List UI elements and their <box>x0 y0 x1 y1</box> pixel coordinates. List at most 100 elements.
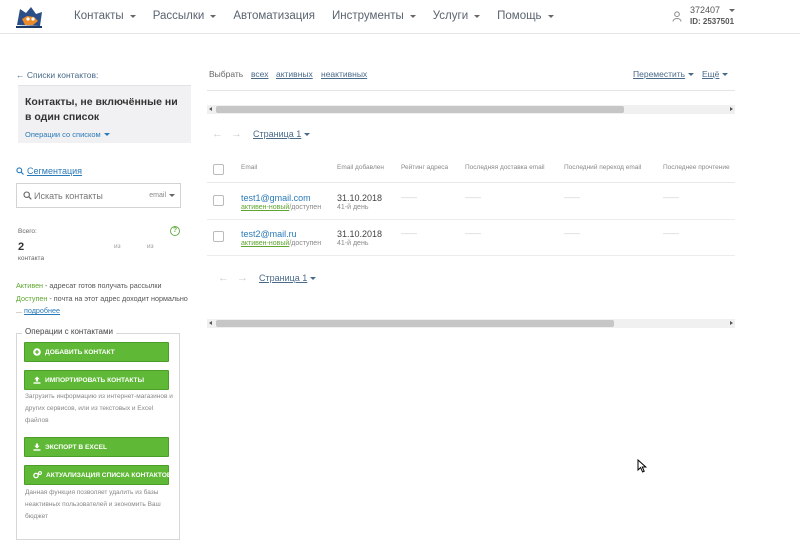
import-contacts-button[interactable]: Импортировать контакты <box>24 370 169 390</box>
next-page-icon[interactable]: → <box>231 128 242 140</box>
horizontal-scrollbar[interactable] <box>207 319 735 328</box>
nav-tools[interactable]: Инструменты <box>332 10 416 22</box>
export-excel-button[interactable]: Экспорт в Excel <box>24 437 169 457</box>
page-select[interactable]: Страница 1 <box>253 129 311 139</box>
user-menu[interactable]: 372407 <box>690 5 736 15</box>
list-title: Контакты, не включённые ни в один список <box>25 96 178 123</box>
nav-contacts-label: Контакты <box>74 10 124 22</box>
status-active-new[interactable]: активен-новый <box>241 204 289 211</box>
nav-mailings[interactable]: Рассылки <box>153 10 217 22</box>
page-select[interactable]: Страница 1 <box>259 273 317 283</box>
nav-help-label: Помощь <box>497 10 542 22</box>
chevron-down-icon <box>103 133 110 136</box>
stats-total-label: Всего: <box>18 228 37 235</box>
col-last-read[interactable]: Последнее прочтение <box>663 164 730 171</box>
chevron-down-icon <box>688 72 695 76</box>
chevron-down-icon <box>729 9 736 13</box>
list-operations-dropdown[interactable]: Операции со списком <box>25 130 184 139</box>
scroll-right-icon[interactable] <box>730 107 733 111</box>
empty-cell: —— <box>465 229 481 238</box>
select-inactive-link[interactable]: неактивных <box>321 69 367 79</box>
nav-automation[interactable]: Автоматизация <box>233 10 315 22</box>
segmentation-label: Сегментация <box>27 166 83 176</box>
nav-tools-label: Инструменты <box>332 10 404 22</box>
legend-active-text: - адресат готов получать рассылки <box>43 281 162 290</box>
status-active-new[interactable]: активен-новый <box>241 240 289 247</box>
nav-mailings-label: Рассылки <box>152 10 205 22</box>
pagination-bottom: ← → Страница 1 <box>218 272 317 284</box>
logo-mascot-icon[interactable] <box>14 5 44 29</box>
col-email[interactable]: Email <box>241 164 257 171</box>
user-login: 372407 <box>690 5 721 15</box>
col-rating[interactable]: Рейтинг адреса <box>401 164 448 171</box>
more-dropdown[interactable]: Ещё <box>702 69 729 79</box>
more-label: Ещё <box>702 69 720 79</box>
col-last-delivery[interactable]: Последняя доставка email <box>465 164 545 171</box>
chevron-down-icon <box>310 276 317 280</box>
empty-cell: —— <box>401 193 417 202</box>
stats-total-count: 2 <box>18 241 25 253</box>
scroll-right-icon[interactable] <box>730 321 733 325</box>
scroll-left-icon[interactable] <box>209 321 212 325</box>
added-date: 31.10.2018 <box>337 193 383 203</box>
move-dropdown[interactable]: Переместить <box>633 69 695 79</box>
actualize-hint: Данная функция позволяет удалить из базы… <box>25 489 161 520</box>
actualize-list-label: Актуализация списка контактов <box>46 471 172 479</box>
select-all-checkbox[interactable] <box>213 164 224 175</box>
divider <box>207 90 735 91</box>
status-legend: Активен - адресат готов получать рассылк… <box>16 280 191 318</box>
contact-operations-title: Операции с контактами <box>22 327 116 336</box>
nav-services-label: Услуги <box>432 10 469 22</box>
empty-cell: —— <box>401 229 417 238</box>
search-input[interactable] <box>34 188 144 203</box>
search-icon <box>16 167 24 175</box>
added-date: 31.10.2018 <box>337 229 383 239</box>
add-contact-label: Добавить контакт <box>45 348 115 356</box>
actualize-list-button[interactable]: Актуализация списка контактов <box>24 465 172 485</box>
back-to-lists-link[interactable]: ← Списки контактов: <box>16 70 98 80</box>
search-icon <box>23 191 32 200</box>
legend-more-link[interactable]: подробнее <box>24 306 60 315</box>
row-checkbox[interactable] <box>213 195 224 206</box>
chevron-down-icon <box>547 14 554 18</box>
empty-cell: —— <box>564 193 580 202</box>
prev-page-icon[interactable]: ← <box>218 272 229 284</box>
scrollbar-thumb[interactable] <box>216 106 624 113</box>
pagination-top: ← → Страница 1 <box>212 128 311 140</box>
contact-email-link[interactable]: test1@gmail.com <box>241 193 311 203</box>
horizontal-scrollbar[interactable] <box>207 105 735 114</box>
help-icon[interactable]: ? <box>170 226 180 236</box>
prev-page-icon[interactable]: ← <box>212 128 223 140</box>
cursor-icon <box>637 459 647 473</box>
scrollbar-thumb[interactable] <box>216 320 614 327</box>
user-icon[interactable] <box>672 11 682 22</box>
nav-contacts[interactable]: Контакты <box>74 10 136 22</box>
row-checkbox[interactable] <box>213 231 224 242</box>
add-contact-button[interactable]: Добавить контакт <box>24 342 169 362</box>
chevron-down-icon <box>409 14 416 18</box>
scroll-left-icon[interactable] <box>209 107 212 111</box>
gears-icon <box>33 471 42 479</box>
select-label: Выбрать <box>209 69 244 79</box>
col-last-click[interactable]: Последний переход email <box>564 164 641 171</box>
plus-circle-icon <box>33 348 41 356</box>
contact-search: email <box>16 183 181 208</box>
segmentation-link[interactable]: Сегментация <box>16 166 82 176</box>
status-available: /доступен <box>289 204 322 211</box>
added-days: 41-й день <box>337 240 369 247</box>
nav-services[interactable]: Услуги <box>432 10 481 22</box>
next-page-icon[interactable]: → <box>237 272 248 284</box>
nav-help[interactable]: Помощь <box>497 10 554 22</box>
page-label: Страница 1 <box>259 273 308 283</box>
status-available: /доступен <box>289 240 322 247</box>
current-list-panel: Контакты, не включённые ни в один список… <box>18 85 191 143</box>
col-added[interactable]: Email добавлен <box>337 164 384 171</box>
chevron-down-icon <box>722 72 729 76</box>
stats-of-label: из <box>147 243 154 250</box>
select-all-link[interactable]: всех <box>251 69 268 79</box>
chevron-down-icon <box>169 194 175 197</box>
select-active-link[interactable]: активных <box>276 69 313 79</box>
import-hint: Загрузить информацию из интернет-магазин… <box>25 393 173 424</box>
search-field-select[interactable]: email <box>149 192 175 199</box>
contact-email-link[interactable]: test2@mail.ru <box>241 229 297 239</box>
